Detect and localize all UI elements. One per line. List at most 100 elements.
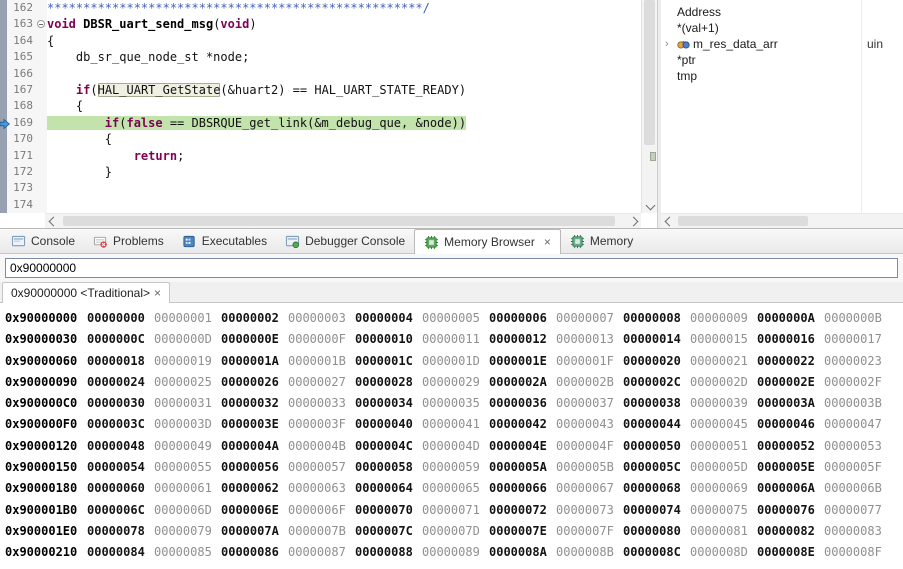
expression-row[interactable]: *(val+1) [661, 20, 903, 36]
memory-cell[interactable]: 00000033 [288, 393, 347, 414]
memory-cell[interactable]: 0000000E [221, 329, 280, 350]
memory-cell[interactable]: 00000058 [355, 457, 414, 478]
memory-cell[interactable]: 0000005F [824, 457, 883, 478]
annotation-ruler[interactable] [0, 0, 10, 213]
expression-row[interactable]: *ptr [661, 52, 903, 68]
memory-cell[interactable]: 00000019 [154, 351, 213, 372]
memory-cell[interactable]: 0000002E [757, 372, 816, 393]
memory-cell[interactable]: 00000073 [556, 500, 615, 521]
memory-cell[interactable]: 00000035 [422, 393, 481, 414]
memory-cell[interactable]: 00000043 [556, 414, 615, 435]
memory-cell[interactable]: 00000008 [623, 308, 682, 329]
memory-cell[interactable]: 0000008E [757, 542, 816, 563]
memory-cell[interactable]: 00000040 [355, 414, 414, 435]
memory-cell[interactable]: 00000076 [757, 500, 816, 521]
memory-cell[interactable]: 00000088 [355, 542, 414, 563]
line-number[interactable]: 169 [7, 114, 35, 132]
memory-cell[interactable]: 0000002F [824, 372, 883, 393]
memory-cell[interactable]: 00000031 [154, 393, 213, 414]
scroll-right-button[interactable] [625, 214, 641, 229]
memory-cell[interactable]: 00000048 [87, 436, 146, 457]
memory-cell[interactable]: 00000078 [87, 521, 146, 542]
memory-cell[interactable]: 0000005D [690, 457, 749, 478]
memory-cell[interactable]: 00000079 [154, 521, 213, 542]
memory-cell[interactable]: 0000002D [690, 372, 749, 393]
memory-cell[interactable]: 00000042 [489, 414, 548, 435]
memory-cell[interactable]: 0000008F [824, 542, 883, 563]
memory-cell[interactable]: 0000004B [288, 436, 347, 457]
memory-cell[interactable]: 0000002A [489, 372, 548, 393]
memory-cell[interactable]: 0000006B [824, 478, 883, 499]
code-line[interactable]: 164 { [0, 32, 641, 50]
memory-cell[interactable]: 00000017 [824, 329, 883, 350]
memory-cell[interactable]: 00000014 [623, 329, 682, 350]
tab-memory[interactable]: Memory [561, 229, 642, 253]
memory-cell[interactable]: 00000027 [288, 372, 347, 393]
memory-cell[interactable]: 00000020 [623, 351, 682, 372]
memory-cell[interactable]: 00000061 [154, 478, 213, 499]
memory-cell[interactable]: 00000004 [355, 308, 414, 329]
line-number[interactable]: 168 [7, 98, 35, 115]
memory-cell[interactable]: 0000008C [623, 542, 682, 563]
tab-memory-browser[interactable]: Memory Browser × [414, 229, 561, 254]
editor-horizontal-scrollbar[interactable] [45, 213, 641, 228]
memory-cell[interactable]: 0000003C [87, 414, 146, 435]
expressions-panel[interactable]: Address *(val+1) › m_res_data_arr uin *ptr tmp [661, 0, 903, 228]
memory-cell[interactable]: 00000041 [422, 414, 481, 435]
memory-cell[interactable]: 00000082 [757, 521, 816, 542]
memory-cell[interactable]: 00000086 [221, 542, 280, 563]
memory-cell[interactable]: 00000052 [757, 436, 816, 457]
memory-cell[interactable]: 00000085 [154, 542, 213, 563]
memory-cell[interactable]: 00000072 [489, 500, 548, 521]
memory-cell[interactable]: 0000004A [221, 436, 280, 457]
expander-icon[interactable]: › [665, 38, 677, 50]
memory-cell[interactable]: 00000032 [221, 393, 280, 414]
memory-cell[interactable]: 0000001D [422, 351, 481, 372]
memory-cell[interactable]: 0000000B [824, 308, 883, 329]
memory-cell[interactable]: 00000067 [556, 478, 615, 499]
memory-cell[interactable]: 00000006 [489, 308, 548, 329]
code-line[interactable]: 165 db_sr_que_node_st *node; [0, 49, 641, 66]
memory-cell[interactable]: 00000060 [87, 478, 146, 499]
memory-cell[interactable]: 00000038 [623, 393, 682, 414]
memory-rendering-tab[interactable]: 0x90000000 <Traditional> × [2, 282, 171, 303]
line-number[interactable]: 173 [7, 180, 35, 197]
memory-cell[interactable]: 00000023 [824, 351, 883, 372]
fold-collapse-icon[interactable] [37, 20, 45, 29]
memory-cell[interactable]: 00000054 [87, 457, 146, 478]
memory-cell[interactable]: 00000002 [221, 308, 280, 329]
memory-cell[interactable]: 00000021 [690, 351, 749, 372]
memory-cell[interactable]: 00000030 [87, 393, 146, 414]
memory-cell[interactable]: 00000049 [154, 436, 213, 457]
memory-cell[interactable]: 00000025 [154, 372, 213, 393]
code-line[interactable]: 173 [0, 180, 641, 197]
memory-cell[interactable]: 00000071 [422, 500, 481, 521]
memory-cell[interactable]: 0000008D [690, 542, 749, 563]
memory-cell[interactable]: 00000005 [422, 308, 481, 329]
memory-cell[interactable]: 0000005C [623, 457, 682, 478]
memory-cell[interactable]: 0000000C [87, 329, 146, 350]
memory-cell[interactable]: 00000045 [690, 414, 749, 435]
memory-cell[interactable]: 00000037 [556, 393, 615, 414]
memory-cell[interactable]: 0000003B [824, 393, 883, 414]
memory-cell[interactable]: 0000003E [221, 414, 280, 435]
memory-cell[interactable]: 0000000A [757, 308, 816, 329]
line-number[interactable]: 170 [7, 131, 35, 148]
memory-cell[interactable]: 00000050 [623, 436, 682, 457]
memory-cell[interactable]: 0000005E [757, 457, 816, 478]
code-line[interactable]: 163 void DBSR_uart_send_msg(void) [0, 16, 641, 33]
memory-cell[interactable]: 00000003 [288, 308, 347, 329]
memory-cell[interactable]: 0000005A [489, 457, 548, 478]
memory-cell[interactable]: 0000005B [556, 457, 615, 478]
code-lines[interactable]: 162 *************************************… [0, 0, 641, 213]
close-icon[interactable]: × [154, 287, 161, 299]
memory-cell[interactable]: 0000000D [154, 329, 213, 350]
memory-cell[interactable]: 00000009 [690, 308, 749, 329]
memory-cell[interactable]: 0000004C [355, 436, 414, 457]
memory-cell[interactable]: 0000007D [422, 521, 481, 542]
memory-address-input[interactable] [5, 258, 898, 278]
memory-cell[interactable]: 0000007F [556, 521, 615, 542]
memory-cell[interactable]: 00000044 [623, 414, 682, 435]
editor-vertical-scrollbar[interactable] [641, 0, 657, 213]
memory-cell[interactable]: 00000022 [757, 351, 816, 372]
